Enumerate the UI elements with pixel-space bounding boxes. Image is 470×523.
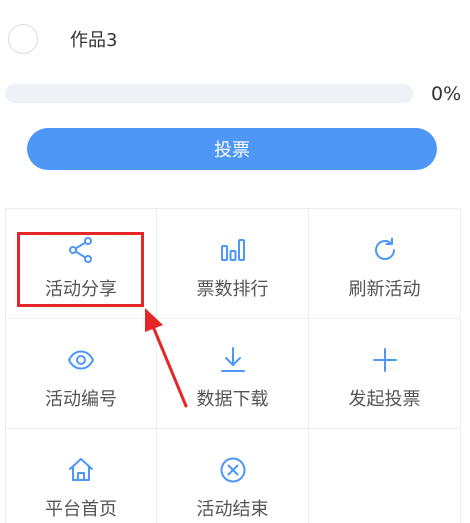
- share-icon: [66, 235, 96, 265]
- menu-item-label: 刷新活动: [348, 279, 421, 300]
- close-circle-icon: [218, 455, 248, 485]
- menu-item-activity-id[interactable]: 活动编号: [6, 319, 157, 429]
- vote-page: 作品3 0% 投票 活动分享 票数排行 刷新活动 活动编号 数据下载 发起投票 …: [0, 0, 470, 523]
- plus-icon: [370, 345, 400, 375]
- menu-item-create-vote[interactable]: 发起投票: [309, 319, 461, 429]
- menu-item-label: 活动编号: [45, 389, 117, 410]
- vote-progress-bar: [5, 84, 413, 103]
- option-radio[interactable]: [8, 24, 38, 54]
- menu-item-label: 活动结束: [196, 499, 269, 520]
- menu-item-label: 发起投票: [348, 389, 421, 410]
- menu-item-share[interactable]: 活动分享: [6, 209, 157, 319]
- action-menu-grid: 活动分享 票数排行 刷新活动 活动编号 数据下载 发起投票 平台首页 活动结束: [5, 208, 461, 523]
- home-icon: [66, 455, 96, 485]
- refresh-icon: [370, 235, 400, 265]
- option-label: 作品3: [70, 30, 118, 51]
- menu-item-end-activity[interactable]: 活动结束: [157, 429, 309, 523]
- vote-button[interactable]: 投票: [27, 128, 437, 170]
- menu-item-home[interactable]: 平台首页: [6, 429, 157, 523]
- menu-item-label: 活动分享: [45, 279, 117, 300]
- download-icon: [218, 345, 248, 375]
- menu-item-ranking[interactable]: 票数排行: [157, 209, 309, 319]
- menu-item-label: 票数排行: [196, 279, 269, 300]
- vote-progress-text: 0%: [431, 83, 462, 105]
- bar-chart-icon: [218, 235, 248, 265]
- menu-item-download[interactable]: 数据下载: [157, 319, 309, 429]
- eye-icon: [66, 345, 96, 375]
- menu-item-label: 数据下载: [196, 389, 269, 410]
- option-row[interactable]: 作品3: [8, 22, 117, 56]
- empty-grid-cell: [309, 429, 461, 523]
- menu-item-refresh[interactable]: 刷新活动: [309, 209, 461, 319]
- menu-item-label: 平台首页: [45, 499, 117, 520]
